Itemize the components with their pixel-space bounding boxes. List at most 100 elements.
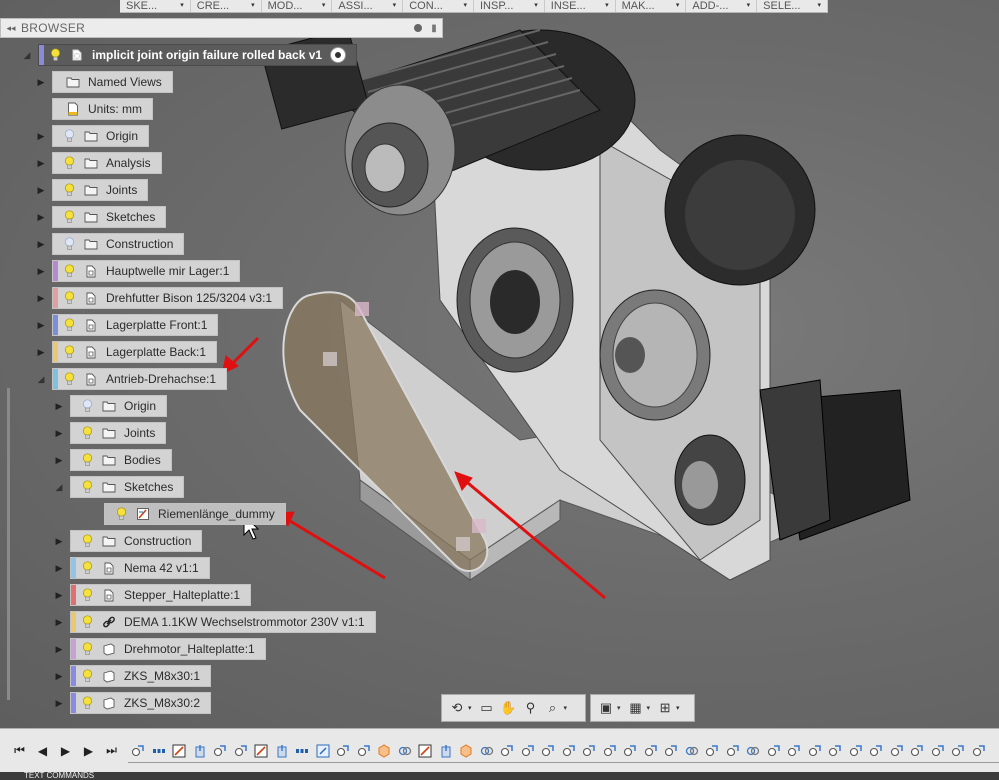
lightbulb-icon[interactable]: [58, 315, 80, 335]
tree-node-body[interactable]: Lagerplatte Front:1: [52, 314, 219, 336]
expand-triangle-icon[interactable]: ▶: [34, 71, 48, 93]
toolbar-menu[interactable]: CRE... ▾: [191, 0, 262, 12]
rigid-feature-icon[interactable]: [743, 741, 764, 761]
minimize-icon[interactable]: [410, 21, 426, 35]
tree-node-body[interactable]: Lagerplatte Back:1: [52, 341, 218, 363]
tree-node[interactable]: ◢ Antrieb-Drehachse:1: [34, 368, 228, 390]
joint-feature-icon[interactable]: [333, 741, 354, 761]
tree-node[interactable]: ▶ Joints: [52, 422, 167, 444]
joint-feature-icon[interactable]: [846, 741, 867, 761]
tree-node[interactable]: ▶ Hauptwelle mir Lager:1: [34, 260, 241, 282]
tree-node-body[interactable]: Units: mm: [52, 98, 153, 120]
orbit-icon[interactable]: ⟲: [446, 697, 468, 719]
lightbulb-icon[interactable]: [58, 180, 80, 200]
tree-node[interactable]: ▶ Lagerplatte Back:1: [34, 341, 218, 363]
look-at-icon[interactable]: ▭: [476, 697, 498, 719]
expand-triangle-icon[interactable]: ▶: [52, 611, 66, 633]
tree-node-body[interactable]: Antrieb-Drehachse:1: [52, 368, 228, 390]
tree-node[interactable]: ▶ Construction: [34, 233, 185, 255]
tree-node-body[interactable]: Analysis: [52, 152, 162, 174]
pan-icon[interactable]: ✋: [498, 697, 520, 719]
tree-node-body[interactable]: Construction: [52, 233, 185, 255]
pattern-feature-icon[interactable]: [149, 741, 170, 761]
expand-triangle-icon[interactable]: ▶: [52, 638, 66, 660]
tree-node[interactable]: ▶ ZKS_M8x30:1: [52, 665, 212, 687]
extrude-feature-icon[interactable]: [436, 741, 457, 761]
joint-feature-icon[interactable]: [231, 741, 252, 761]
joint-feature-icon[interactable]: [723, 741, 744, 761]
tree-node[interactable]: ▶ Analysis: [34, 152, 162, 174]
tree-node[interactable]: ▶ Stepper_Halteplatte:1: [52, 584, 252, 606]
tree-node-body[interactable]: Drehmotor_Halteplatte:1: [70, 638, 266, 660]
tree-node-body[interactable]: Riemenlänge_dummy: [104, 503, 286, 525]
lightbulb-icon[interactable]: [58, 207, 80, 227]
joint-feature-icon[interactable]: [518, 741, 539, 761]
tree-node[interactable]: ▶ Origin: [52, 395, 168, 417]
joint-feature-icon[interactable]: [559, 741, 580, 761]
component-feature-icon[interactable]: [456, 741, 477, 761]
expand-triangle-icon[interactable]: ▶: [52, 395, 66, 417]
tree-node[interactable]: Units: mm: [34, 98, 153, 120]
joint-feature-icon[interactable]: [497, 741, 518, 761]
text-commands-bar[interactable]: TEXT COMMANDS: [0, 772, 999, 780]
expand-triangle-icon[interactable]: ▶: [52, 422, 66, 444]
tree-node-body[interactable]: Stepper_Halteplatte:1: [70, 584, 252, 606]
joint-feature-icon[interactable]: [128, 741, 149, 761]
tree-node-body[interactable]: ZKS_M8x30:1: [70, 665, 212, 687]
joint-feature-icon[interactable]: [805, 741, 826, 761]
lightbulb-icon[interactable]: [76, 477, 98, 497]
tree-node[interactable]: ▶ Drehmotor_Halteplatte:1: [52, 638, 266, 660]
tree-node[interactable]: ▶ Lagerplatte Front:1: [34, 314, 219, 336]
move-feature-icon[interactable]: [313, 741, 334, 761]
lightbulb-icon[interactable]: [76, 612, 98, 632]
tree-node[interactable]: ▶ Construction: [52, 530, 203, 552]
lightbulb-icon[interactable]: [58, 153, 80, 173]
lightbulb-icon[interactable]: [58, 261, 80, 281]
toolbar-menu[interactable]: SELE... ▾: [757, 0, 828, 12]
tree-node-body[interactable]: DEMA 1.1KW Wechselstrommotor 230V v1:1: [70, 611, 376, 633]
play-icon[interactable]: ▶: [54, 741, 77, 761]
lightbulb-icon[interactable]: [58, 342, 80, 362]
joint-feature-icon[interactable]: [825, 741, 846, 761]
tree-node-body[interactable]: Sketches: [70, 476, 185, 498]
tree-node[interactable]: ▶ Nema 42 v1:1: [52, 557, 210, 579]
joint-feature-icon[interactable]: [702, 741, 723, 761]
tree-node[interactable]: ▶ ZKS_M8x30:2: [52, 692, 212, 714]
lightbulb-icon[interactable]: [110, 504, 132, 524]
pattern-feature-icon[interactable]: [292, 741, 313, 761]
go-to-end-icon[interactable]: ⏭: [100, 741, 123, 761]
lightbulb-icon[interactable]: [76, 639, 98, 659]
tree-node[interactable]: ◢ Sketches: [52, 476, 185, 498]
display-settings-icon[interactable]: ▣: [595, 697, 617, 719]
tree-node-body[interactable]: Origin: [52, 125, 150, 147]
lightbulb-icon[interactable]: [76, 558, 98, 578]
toolbar-menu[interactable]: INSP... ▾: [474, 0, 545, 12]
expand-triangle-icon[interactable]: ▶: [34, 314, 48, 336]
tree-node-body[interactable]: Named Views: [52, 71, 173, 93]
joint-feature-icon[interactable]: [354, 741, 375, 761]
toolbar-menu[interactable]: MOD... ▾: [262, 0, 333, 12]
extrude-feature-icon[interactable]: [190, 741, 211, 761]
tree-node[interactable]: ▶ DEMA 1.1KW Wechselstrommotor 230V v1:1: [52, 611, 376, 633]
tree-node-body[interactable]: Hauptwelle mir Lager:1: [52, 260, 241, 282]
expand-triangle-icon[interactable]: ▶: [34, 233, 48, 255]
lightbulb-icon[interactable]: [44, 45, 66, 65]
joint-feature-icon[interactable]: [887, 741, 908, 761]
toolbar-menu[interactable]: INSE... ▾: [545, 0, 616, 12]
joint-feature-icon[interactable]: [661, 741, 682, 761]
tree-node-body[interactable]: Sketches: [52, 206, 167, 228]
lightbulb-icon[interactable]: [58, 126, 80, 146]
sketch-feature-icon[interactable]: [251, 741, 272, 761]
tree-node[interactable]: Riemenlänge_dummy: [86, 503, 286, 525]
joint-feature-icon[interactable]: [948, 741, 969, 761]
rigid-feature-icon[interactable]: [682, 741, 703, 761]
lightbulb-icon[interactable]: [76, 396, 98, 416]
go-to-start-icon[interactable]: ⏮: [8, 741, 31, 761]
tree-node-body[interactable]: Nema 42 v1:1: [70, 557, 210, 579]
component-feature-icon[interactable]: [374, 741, 395, 761]
expand-triangle-icon[interactable]: ▶: [52, 584, 66, 606]
joint-feature-icon[interactable]: [907, 741, 928, 761]
lightbulb-icon[interactable]: [76, 693, 98, 713]
joint-feature-icon[interactable]: [538, 741, 559, 761]
lightbulb-icon[interactable]: [76, 423, 98, 443]
